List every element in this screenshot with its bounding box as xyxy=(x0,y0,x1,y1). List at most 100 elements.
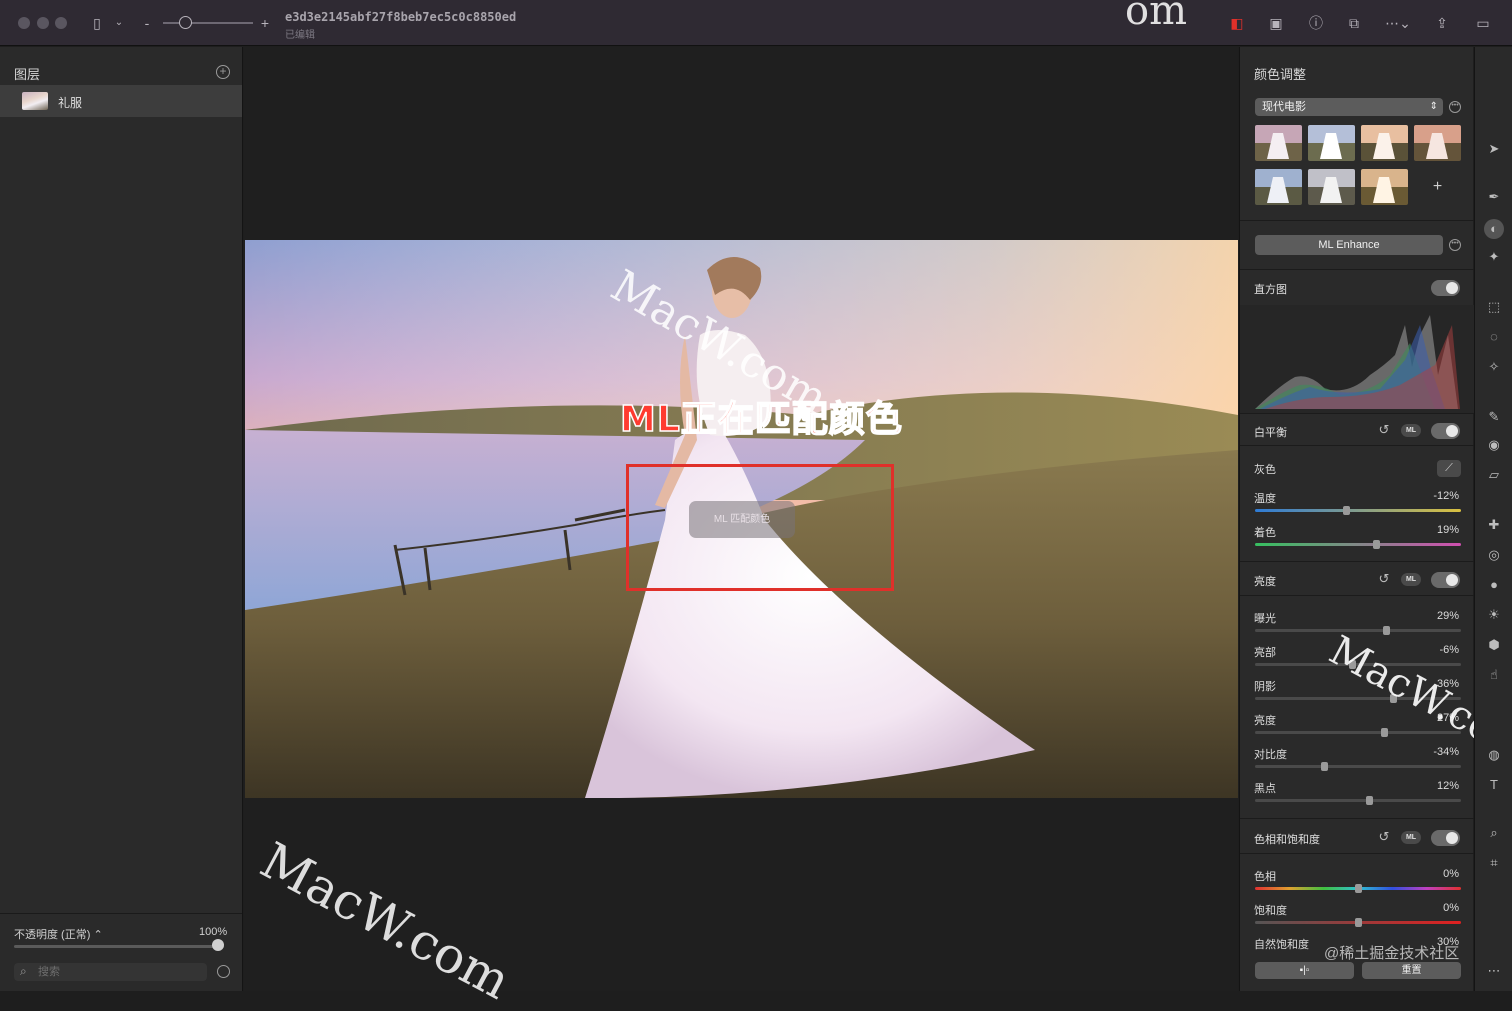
preset-thumbnail[interactable] xyxy=(1308,169,1355,205)
opacity-slider-knob[interactable] xyxy=(212,939,224,951)
preset-thumbnail[interactable] xyxy=(1255,169,1302,205)
reset-button[interactable]: 重置 xyxy=(1362,962,1461,979)
layer-row[interactable]: 礼服 xyxy=(0,85,242,117)
tint-label: 着色 xyxy=(1254,527,1276,539)
lightness-ml-button[interactable]: ML xyxy=(1401,573,1421,586)
layer-thumbnail xyxy=(22,92,48,110)
brightness-slider[interactable] xyxy=(1255,728,1461,737)
histogram-toggle[interactable] xyxy=(1431,280,1460,296)
add-preset-icon[interactable]: + xyxy=(1414,169,1461,205)
more-options-icon[interactable]: ⋯⌄ xyxy=(1383,13,1413,33)
temperature-slider[interactable] xyxy=(1255,506,1461,515)
temperature-label: 温度 xyxy=(1254,493,1276,505)
color-adjust-icon[interactable]: ◐ xyxy=(1484,219,1504,239)
compare-button[interactable]: ▪|▫ xyxy=(1255,962,1354,979)
histogram-chart xyxy=(1240,305,1474,413)
more-tools-icon[interactable]: ⋯ xyxy=(1484,961,1504,981)
preset-thumbnail[interactable] xyxy=(1255,125,1302,161)
inspector-toggle-icon[interactable]: ▭ xyxy=(1472,13,1494,33)
ml-enhance-more-icon[interactable]: ••• xyxy=(1449,239,1461,251)
reset-icon[interactable]: ↺ xyxy=(1377,830,1391,844)
layer-search-input[interactable] xyxy=(38,965,198,979)
add-layer-icon[interactable]: + xyxy=(216,65,230,79)
shape-icon[interactable]: ◍ xyxy=(1484,745,1504,765)
divider xyxy=(1240,220,1474,221)
pen-icon[interactable]: ✒ xyxy=(1484,187,1504,207)
blur-icon[interactable]: ● xyxy=(1484,575,1504,595)
brightness-slider-knob[interactable] xyxy=(1381,728,1388,737)
eyedropper-icon[interactable]: ⟋ xyxy=(1437,460,1461,477)
magic-wand-icon[interactable]: ✧ xyxy=(1484,357,1504,377)
tint-slider[interactable] xyxy=(1255,540,1461,549)
sparkle-icon[interactable]: ✦ xyxy=(1484,247,1504,267)
exposure-slider[interactable] xyxy=(1255,626,1461,635)
color-adjustments-panel: 颜色调整 现代电影 ⇕ ••• + ML Enhance ••• 直方图 白平衡… xyxy=(1239,47,1503,991)
contrast-label: 对比度 xyxy=(1254,749,1287,761)
tools-strip: ➤ ✒ ◐ ✦ ⬚ ◌ ✧ ✎ ◉ ▱ ✚ ◎ ● ☀ ⬢ ☝ ◍ T ⌕ ⌗ … xyxy=(1474,47,1512,991)
zoom-in-button[interactable]: + xyxy=(258,13,272,33)
black-point-slider-knob[interactable] xyxy=(1366,796,1373,805)
info-icon[interactable]: ⓘ xyxy=(1305,13,1327,33)
preset-thumbnail[interactable] xyxy=(1414,125,1461,161)
lightness-toggle[interactable] xyxy=(1431,572,1460,588)
smudge-icon[interactable]: ☝ xyxy=(1484,665,1504,685)
saturation-slider-knob[interactable] xyxy=(1355,918,1362,927)
preset-thumbnail[interactable] xyxy=(1361,125,1408,161)
watermark-text: MacW.com xyxy=(251,831,520,1011)
lasso-icon[interactable]: ◌ xyxy=(1484,327,1504,347)
white-balance-toggle[interactable] xyxy=(1431,423,1460,439)
layer-name: 礼服 xyxy=(58,96,83,110)
contrast-value: -34% xyxy=(1433,746,1459,758)
ml-color-match-icon[interactable]: ◧ xyxy=(1226,13,1248,33)
paint-bucket-icon[interactable]: ◉ xyxy=(1484,435,1504,455)
crop-icon[interactable]: ⌗ xyxy=(1484,853,1504,873)
zoom-out-button[interactable]: - xyxy=(140,13,154,33)
preset-thumbnail[interactable] xyxy=(1308,125,1355,161)
rotate-icon[interactable]: ⧉ xyxy=(1343,13,1365,33)
chevron-down-icon[interactable]: ⌄ xyxy=(112,13,126,33)
black-point-slider[interactable] xyxy=(1255,796,1461,805)
divider xyxy=(1240,595,1474,596)
portrait-icon[interactable]: ▣ xyxy=(1265,13,1287,33)
brush-icon[interactable]: ✎ xyxy=(1484,407,1504,427)
minimize-window-button[interactable] xyxy=(37,17,49,29)
clone-icon[interactable]: ◎ xyxy=(1484,545,1504,565)
bandage-icon[interactable]: ✚ xyxy=(1484,515,1504,535)
opacity-slider[interactable] xyxy=(14,945,224,948)
hue-saturation-ml-button[interactable]: ML xyxy=(1401,831,1421,844)
hue-saturation-toggle[interactable] xyxy=(1431,830,1460,846)
eraser-icon[interactable]: ▱ xyxy=(1484,465,1504,485)
zoom-slider[interactable] xyxy=(163,22,253,24)
opacity-blend-selector[interactable]: 不透明度 (正常) ⌃ xyxy=(14,926,103,942)
dodge-icon[interactable]: ☀ xyxy=(1484,605,1504,625)
preset-thumbnail[interactable] xyxy=(1361,169,1408,205)
hue-slider-knob[interactable] xyxy=(1355,884,1362,893)
black-point-label: 黑点 xyxy=(1254,783,1276,795)
reset-icon[interactable]: ↺ xyxy=(1377,572,1391,586)
preset-select[interactable]: 现代电影 ⇕ xyxy=(1255,98,1443,116)
tint-slider-knob[interactable] xyxy=(1373,540,1380,549)
saturation-slider[interactable] xyxy=(1255,918,1461,927)
contrast-slider-knob[interactable] xyxy=(1321,762,1328,771)
filter-icon[interactable] xyxy=(217,965,230,978)
zoom-tool-icon[interactable]: ⌕ xyxy=(1484,823,1504,843)
arrow-pointer-icon[interactable]: ➤ xyxy=(1484,139,1504,159)
contrast-slider[interactable] xyxy=(1255,762,1461,771)
text-tool-icon[interactable]: T xyxy=(1484,775,1504,795)
hue-slider[interactable] xyxy=(1255,884,1461,893)
exposure-slider-knob[interactable] xyxy=(1383,626,1390,635)
share-icon[interactable]: ⇪ xyxy=(1431,13,1453,33)
sponge-icon[interactable]: ⬢ xyxy=(1484,635,1504,655)
divider xyxy=(0,913,242,914)
zoom-window-button[interactable] xyxy=(55,17,67,29)
white-balance-ml-button[interactable]: ML xyxy=(1401,424,1421,437)
marquee-select-icon[interactable]: ⬚ xyxy=(1484,297,1504,317)
reset-icon[interactable]: ↺ xyxy=(1377,423,1391,437)
temperature-slider-knob[interactable] xyxy=(1343,506,1350,515)
zoom-slider-knob[interactable] xyxy=(179,16,192,29)
preset-more-icon[interactable]: ••• xyxy=(1449,101,1461,113)
close-window-button[interactable] xyxy=(18,17,30,29)
ml-enhance-button[interactable]: ML Enhance xyxy=(1255,235,1443,255)
sidebar-toggle-icon[interactable]: ▯ xyxy=(86,13,108,33)
highlights-value: -6% xyxy=(1439,644,1459,656)
